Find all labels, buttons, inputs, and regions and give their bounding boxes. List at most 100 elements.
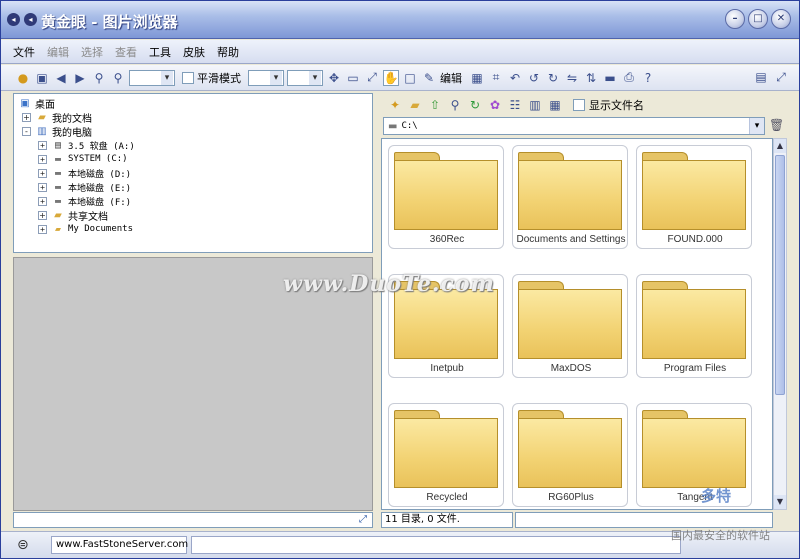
tree-item[interactable]: ▣ 桌面 <box>18 96 55 111</box>
folder-label: MaxDOS <box>550 363 592 374</box>
rotate-right-icon[interactable]: ↻ <box>545 70 561 86</box>
fit-screen-icon[interactable]: ⤢ <box>356 514 370 526</box>
menu-view[interactable]: 查看 <box>115 44 137 60</box>
edit-label[interactable]: 编辑 <box>440 70 462 86</box>
previous-icon[interactable]: ◀ <box>53 70 69 86</box>
tree-item[interactable]: + ▰ 我的文档 <box>22 110 92 125</box>
sort-icon[interactable]: ✿ <box>487 97 503 113</box>
layout-icon[interactable]: ▤ <box>753 69 769 85</box>
zoom-in-icon[interactable]: ⚲ <box>91 70 107 86</box>
tree-item[interactable]: + ▬ SYSTEM (C:) <box>38 152 128 166</box>
filter-select-1[interactable] <box>248 69 284 86</box>
expander-icon[interactable]: + <box>38 140 47 150</box>
new-folder-icon[interactable]: ▰ <box>407 97 423 113</box>
minimize-button[interactable]: – <box>725 9 745 29</box>
trash-icon[interactable]: 🗑 <box>769 118 785 134</box>
tree-item[interactable]: + ▬ 本地磁盘 (E:) <box>38 180 131 194</box>
menu-help[interactable]: 帮助 <box>217 44 239 60</box>
rotate-left-icon[interactable]: ↺ <box>526 70 542 86</box>
maximize-button[interactable]: □ <box>748 9 768 29</box>
menu-select[interactable]: 选择 <box>81 44 103 60</box>
folder-tile[interactable]: MaxDOS <box>512 274 628 378</box>
scrollbar-thumb[interactable] <box>775 155 785 395</box>
scroll-up-icon[interactable]: ▲ <box>774 139 786 153</box>
menu-edit[interactable]: 编辑 <box>47 44 69 60</box>
zoom-select[interactable] <box>129 69 175 86</box>
menu-bar: 文件 编辑 选择 查看 工具 皮肤 帮助 <box>1 40 799 64</box>
thumbnail-view-icon[interactable]: ▦ <box>547 97 563 113</box>
tree-item-label: 本地磁盘 (F:) <box>68 197 132 208</box>
menu-tools[interactable]: 工具 <box>149 44 171 60</box>
folder-tile[interactable]: FOUND.000 <box>636 145 752 249</box>
folder-icon: ▰ <box>38 111 46 123</box>
flip-h-icon[interactable]: ⇋ <box>564 70 580 86</box>
folder-label: RG60Plus <box>548 492 594 503</box>
drive-icon: ▬ <box>54 181 62 193</box>
close-button[interactable]: ✕ <box>771 9 791 29</box>
crop-icon[interactable]: ⌗ <box>488 70 504 86</box>
expander-icon[interactable]: + <box>38 210 47 220</box>
smooth-mode-checkbox[interactable] <box>182 71 194 84</box>
folder-tree[interactable]: ▣ 桌面 + ▰ 我的文档 - ▥ 我的电脑 + ▤ 3.5 软盘 (A:) +… <box>13 93 373 253</box>
move-icon[interactable]: ✥ <box>326 70 342 86</box>
folder-tile[interactable]: 360Rec <box>388 145 504 249</box>
scroll-down-icon[interactable]: ▼ <box>774 495 786 509</box>
tree-item[interactable]: + ▰ 共享文档 <box>38 208 108 223</box>
expander-icon[interactable]: + <box>38 196 47 206</box>
filter-select-2[interactable] <box>287 69 323 86</box>
system-menu-icon-2[interactable]: ◂ <box>24 13 37 26</box>
expander-icon[interactable]: + <box>38 154 47 164</box>
select-rect-icon[interactable]: □ <box>402 70 418 86</box>
folder-tile[interactable]: Program Files <box>636 274 752 378</box>
list-view-icon[interactable]: ▥ <box>527 97 543 113</box>
up-folder-icon[interactable]: ✦ <box>387 97 403 113</box>
print-icon[interactable]: ⎙ <box>621 70 637 86</box>
path-combobox[interactable]: ▬ C:\ ▾ <box>383 117 765 135</box>
folder-tile[interactable]: Documents and Settings <box>512 145 628 249</box>
tree-item[interactable]: + ▤ 3.5 软盘 (A:) <box>38 138 135 152</box>
expander-icon[interactable]: + <box>38 224 47 234</box>
expand-icon[interactable]: ⤢ <box>773 69 789 85</box>
refresh-icon[interactable]: ↻ <box>467 97 483 113</box>
show-filename-checkbox[interactable] <box>573 99 585 111</box>
wallpaper-icon[interactable]: ▬ <box>602 70 618 86</box>
help-icon[interactable]: ? <box>640 70 656 86</box>
search-icon[interactable]: ⚲ <box>447 97 463 113</box>
save-icon[interactable]: ▣ <box>34 70 50 86</box>
crop-box-icon[interactable]: ▦ <box>469 70 485 86</box>
tree-item[interactable]: - ▥ 我的电脑 <box>22 124 92 139</box>
expander-icon[interactable]: - <box>22 126 31 136</box>
website-link[interactable]: www.FastStoneServer.com <box>51 536 188 554</box>
next-icon[interactable]: ▶ <box>72 70 88 86</box>
system-menu[interactable]: ◂ ◂ <box>7 13 37 26</box>
expander-icon[interactable]: + <box>38 168 47 178</box>
tree-item-label: SYSTEM (C:) <box>68 154 128 164</box>
fullscreen-icon[interactable]: ⤢ <box>364 70 380 86</box>
tree-item[interactable]: + ▬ 本地磁盘 (F:) <box>38 194 131 208</box>
edit-icon[interactable]: ✎ <box>421 70 437 86</box>
details-view-icon[interactable]: ☷ <box>507 97 523 113</box>
undo-icon[interactable]: ↶ <box>507 70 523 86</box>
tree-item[interactable]: + ▬ 本地磁盘 (D:) <box>38 166 131 180</box>
drive-icon: ▬ <box>54 153 62 165</box>
chevron-down-icon[interactable]: ▾ <box>749 118 764 134</box>
menu-skin[interactable]: 皮肤 <box>183 44 205 60</box>
flip-v-icon[interactable]: ⇅ <box>583 70 599 86</box>
fit-icon[interactable]: ▭ <box>345 70 361 86</box>
hand-tool-icon[interactable]: ✋ <box>383 69 399 86</box>
zoom-out-icon[interactable]: ⚲ <box>110 70 126 86</box>
folder-tile[interactable]: Recycled <box>388 403 504 507</box>
parent-folder-icon[interactable]: ⇧ <box>427 97 443 113</box>
tree-item[interactable]: + ▰ My Documents <box>38 222 133 236</box>
folder-tile[interactable]: Tangent <box>636 403 752 507</box>
menu-file[interactable]: 文件 <box>13 44 35 60</box>
expander-icon[interactable]: + <box>38 182 47 192</box>
title-bar[interactable]: ◂ ◂ 黄金眼 - 图片浏览器 – □ ✕ <box>1 1 799 39</box>
watermark: www.DuoTe.com <box>283 271 495 297</box>
vertical-scrollbar[interactable]: ▲ ▼ <box>773 138 787 510</box>
layout-buttons: ▤ ⤢ <box>753 69 789 85</box>
open-folder-icon[interactable]: ● <box>15 70 31 86</box>
folder-tile[interactable]: RG60Plus <box>512 403 628 507</box>
system-menu-icon[interactable]: ◂ <box>7 13 20 26</box>
expander-icon[interactable]: + <box>22 112 31 122</box>
